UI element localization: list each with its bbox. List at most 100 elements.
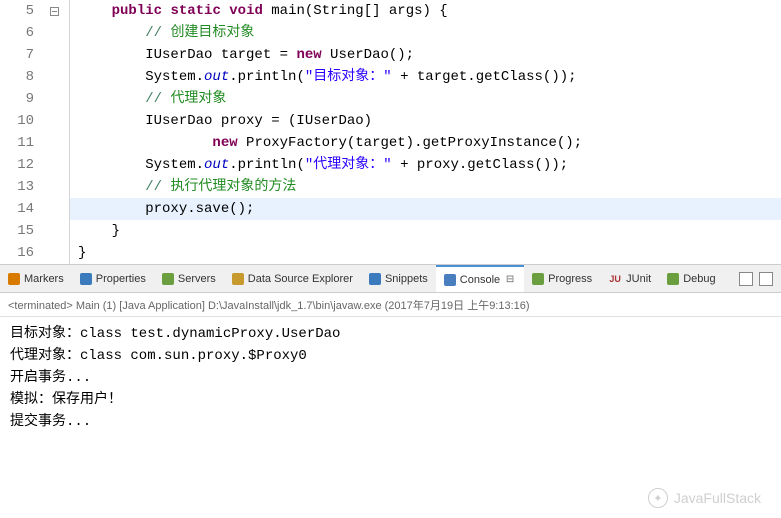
tab-junit[interactable]: JU JUnit (600, 265, 659, 292)
gutter: 11 (0, 132, 70, 154)
console-line: 模拟：保存用户！ (10, 389, 771, 411)
code-content[interactable]: System.out.println("目标对象：" + target.getC… (70, 66, 577, 88)
line-number: 11 (0, 132, 40, 154)
code-content[interactable]: new ProxyFactory(target).getProxyInstanc… (70, 132, 582, 154)
wechat-icon: ✦ (648, 488, 668, 508)
tab-snippets[interactable]: Snippets (361, 265, 436, 292)
code-content[interactable]: proxy.save(); (70, 198, 254, 220)
code-content[interactable]: } (70, 220, 120, 242)
properties-icon (80, 273, 92, 285)
dse-icon (232, 273, 244, 285)
line-number: 6 (0, 22, 40, 44)
console-icon (444, 274, 456, 286)
console-line: 提交事务... (10, 411, 771, 433)
code-content[interactable]: IUserDao target = new UserDao(); (70, 44, 414, 66)
debug-icon (667, 273, 679, 285)
code-token: out (204, 157, 229, 173)
console-header-text: <terminated> Main (1) [Java Application]… (8, 297, 530, 313)
line-number: 12 (0, 154, 40, 176)
gutter: 13 (0, 176, 70, 198)
tab-properties[interactable]: Properties (72, 265, 154, 292)
tab-markers[interactable]: Markers (0, 265, 72, 292)
code-token (78, 25, 145, 41)
tab-label: Snippets (385, 273, 428, 285)
code-content[interactable]: System.out.println("代理对象：" + proxy.getCl… (70, 154, 568, 176)
line-number: 13 (0, 176, 40, 198)
code-content[interactable]: public static void main(String[] args) { (70, 0, 448, 22)
code-line[interactable]: 13 // 执行代理对象的方法 (0, 176, 781, 198)
gutter: 16 (0, 242, 70, 264)
code-line[interactable]: 7 IUserDao target = new UserDao(); (0, 44, 781, 66)
code-editor[interactable]: 5 public static void main(String[] args)… (0, 0, 781, 265)
code-token: new (296, 47, 321, 63)
code-content[interactable]: } (70, 242, 86, 264)
code-line[interactable]: 14 proxy.save(); (0, 198, 781, 220)
code-token: System. (78, 157, 204, 173)
console-output[interactable]: 目标对象：class test.dynamicProxy.UserDao代理对象… (0, 317, 781, 439)
code-line[interactable]: 8 System.out.println("目标对象：" + target.ge… (0, 66, 781, 88)
code-token: } (78, 223, 120, 239)
code-line[interactable]: 6 // 创建目标对象 (0, 22, 781, 44)
line-number: 8 (0, 66, 40, 88)
tab-label: Servers (178, 273, 216, 285)
code-token: void (229, 3, 263, 19)
code-token: System. (78, 69, 204, 85)
console-line: 开启事务... (10, 367, 771, 389)
code-content[interactable]: // 创建目标对象 (70, 22, 254, 44)
code-token: 创建目标对象 (170, 25, 254, 41)
code-line[interactable]: 9 // 代理对象 (0, 88, 781, 110)
code-token: out (204, 69, 229, 85)
code-token: // (145, 91, 170, 107)
gutter: 12 (0, 154, 70, 176)
code-line[interactable]: 10 IUserDao proxy = (IUserDao) (0, 110, 781, 132)
gutter: 7 (0, 44, 70, 66)
gutter: 8 (0, 66, 70, 88)
code-line[interactable]: 5 public static void main(String[] args)… (0, 0, 781, 22)
code-line[interactable]: 11 new ProxyFactory(target).getProxyInst… (0, 132, 781, 154)
gutter: 9 (0, 88, 70, 110)
line-number: 14 (0, 198, 40, 220)
code-line[interactable]: 12 System.out.println("代理对象：" + proxy.ge… (0, 154, 781, 176)
watermark-text: JavaFullStack (674, 490, 761, 506)
tab-console[interactable]: Console ⊟ (436, 265, 524, 292)
code-token (78, 179, 145, 195)
code-content[interactable]: // 代理对象 (70, 88, 226, 110)
code-token: // (145, 179, 170, 195)
code-token: public (112, 3, 162, 19)
code-token: + proxy.getClass()); (392, 157, 568, 173)
code-line[interactable]: 15 } (0, 220, 781, 242)
tab-progress[interactable]: Progress (524, 265, 600, 292)
servers-icon (162, 273, 174, 285)
tab-label: JUnit (626, 273, 651, 285)
code-token: ProxyFactory(target).getProxyInstance(); (238, 135, 582, 151)
junit-icon: JU (608, 272, 622, 286)
code-content[interactable]: IUserDao proxy = (IUserDao) (70, 110, 372, 132)
code-token: proxy.save(); (78, 201, 254, 217)
fold-collapse-icon[interactable] (50, 7, 59, 16)
code-line[interactable]: 16} (0, 242, 781, 264)
code-token: static (170, 3, 220, 19)
gutter: 10 (0, 110, 70, 132)
code-token: .println( (229, 69, 305, 85)
line-number: 7 (0, 44, 40, 66)
gutter: 15 (0, 220, 70, 242)
code-token: 执行代理对象的方法 (170, 179, 296, 195)
tab-label: Markers (24, 273, 64, 285)
tab-debug[interactable]: Debug (659, 265, 723, 292)
tab-servers[interactable]: Servers (154, 265, 224, 292)
code-content[interactable]: // 执行代理对象的方法 (70, 176, 296, 198)
gutter: 6 (0, 22, 70, 44)
tab-label: Console (460, 274, 500, 286)
tab-label: Progress (548, 273, 592, 285)
tab-label: Debug (683, 273, 715, 285)
code-token: new (212, 135, 237, 151)
tab-dse[interactable]: Data Source Explorer (224, 265, 361, 292)
console-process-header: <terminated> Main (1) [Java Application]… (0, 293, 781, 317)
fold-gutter[interactable] (40, 7, 68, 16)
terminate-icon[interactable] (739, 272, 753, 286)
markers-icon (8, 273, 20, 285)
line-number: 16 (0, 242, 40, 264)
pin-icon[interactable]: ⊟ (504, 274, 516, 286)
code-token: UserDao(); (322, 47, 414, 63)
remove-all-icon[interactable] (759, 272, 773, 286)
